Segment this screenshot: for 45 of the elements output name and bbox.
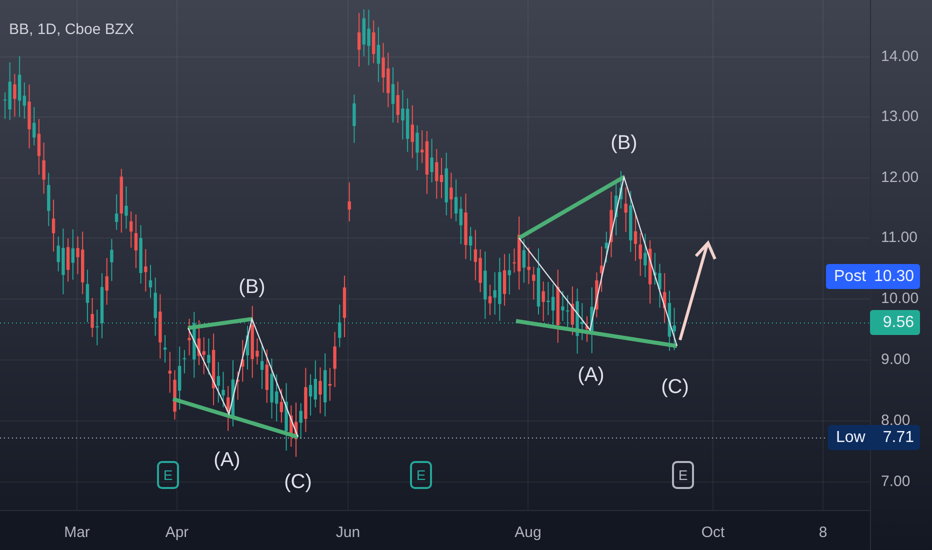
candle [76,236,80,275]
candle [318,366,322,414]
candle [352,94,356,144]
candle [222,371,225,408]
wave-label: (C) [284,470,312,495]
badge-value: 10.30 [874,266,915,286]
candle [658,263,662,308]
price-axis-label: 11.00 [881,228,918,248]
earnings-marker[interactable]: E [157,461,179,489]
price-axis-label: 12.00 [881,168,919,188]
price-axis-label: 13.00 [881,106,919,127]
price-axis-label: 14.00 [881,46,919,67]
time-axis-label: Mar [64,523,90,543]
trend-line [188,317,252,330]
candle [28,84,31,149]
time-axis-label: Aug [514,523,542,543]
candle [173,370,176,420]
candle [464,193,468,260]
wave-label: (A) [214,448,240,473]
time-axis-label: Apr [165,523,189,543]
wave-label: (B) [238,275,266,300]
badge-value: 9.56 [882,312,915,332]
candle [610,191,613,258]
wave-label: (A) [578,363,604,388]
candle [416,124,419,171]
candle [348,182,351,222]
price-axis-label: 10.00 [881,288,919,309]
badge-label: Post [833,266,868,286]
candle [270,358,274,420]
time-axis-label: Oct [701,523,725,543]
candle [561,290,564,322]
wave-label: (C) [661,375,689,400]
price-axis-label: 7.00 [881,472,910,492]
symbol-title: BB, 1D, Cboe BZX [9,20,134,40]
candle [512,248,516,274]
time-axis-label: Jun [336,523,360,543]
candle [124,186,128,230]
wave-label: (B) [610,131,638,156]
badge-label: Low [835,428,866,448]
candle [110,238,114,282]
earnings-marker[interactable]: E [672,461,694,489]
price-axis-label: 9.00 [881,350,910,370]
candle [367,9,370,66]
time-axis-label: 8 [818,523,828,543]
earnings-marker[interactable]: E [410,461,432,489]
